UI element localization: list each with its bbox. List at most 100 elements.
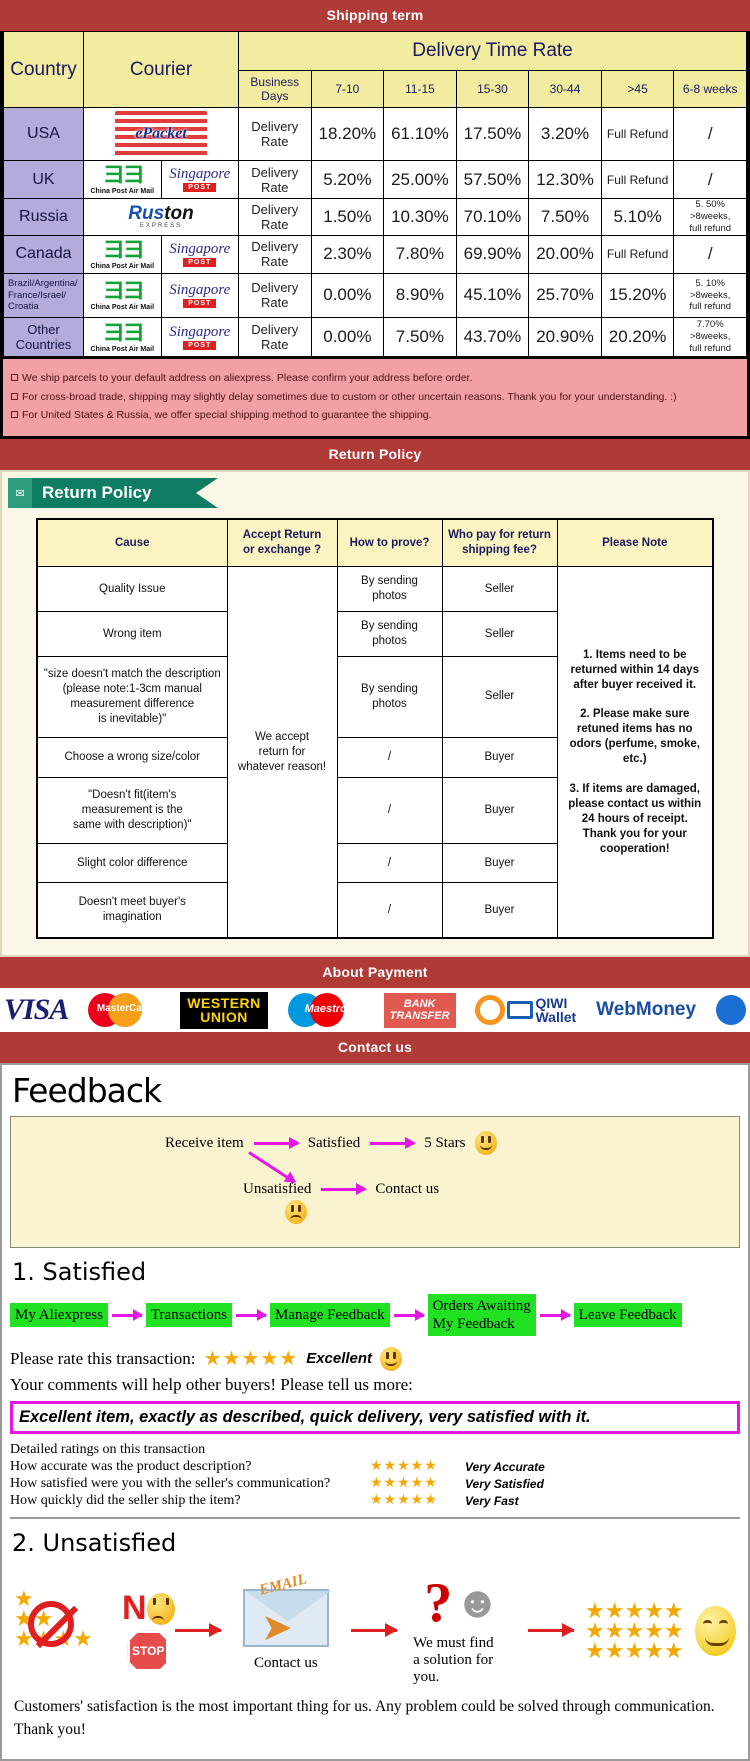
- prohibition-icon: [28, 1601, 74, 1648]
- row-country: UK: [3, 160, 84, 199]
- about-payment-banner: About Payment: [0, 957, 750, 989]
- list-item: For United States & Russia, we offer spe…: [11, 406, 739, 424]
- china-post-air-mail-icon: ヨヨ China Post Air Mail: [90, 162, 155, 196]
- rate-6-8-weeks: 7.70% >8weeks, full refund: [673, 317, 747, 358]
- divider: [10, 1517, 740, 1520]
- courier-logo-cell: Singapore POST: [160, 160, 239, 199]
- singapore-post-icon: Singapore POST: [169, 166, 231, 192]
- flow-receive-item: Receive item: [165, 1134, 244, 1151]
- star-rating-icon[interactable]: ★★★★★: [370, 1458, 465, 1475]
- china-post-air-mail-icon: ヨヨ China Post Air Mail: [90, 319, 155, 353]
- feedback-section: Feedback Receive item Satisfied 5 Stars …: [0, 1063, 750, 1761]
- arrow-right-icon: [321, 1183, 368, 1196]
- cell-accept-return: We accept return for whatever reason!: [226, 566, 338, 939]
- cell-how-to-prove: By sending photos: [336, 566, 443, 613]
- header-who-pays: Who pay for return shipping fee?: [441, 518, 558, 568]
- rate-30-44: 25.70%: [528, 272, 602, 319]
- rate-30-44: 12.30%: [528, 160, 602, 199]
- rating-word: Excellent: [306, 1350, 373, 1368]
- comments-prompt: Your comments will help other buyers! Pl…: [10, 1375, 413, 1395]
- courier-logo-cell: ヨヨ China Post Air Mail: [83, 160, 162, 199]
- return-policy-section: ✉ Return Policy Cause Accept Return or e…: [0, 470, 750, 958]
- courier-logo-cell: ヨヨ China Post Air Mail: [83, 272, 162, 319]
- happy-face-icon: [475, 1131, 498, 1156]
- flow-contact-us: Contact us: [375, 1181, 440, 1198]
- header-cause: Cause: [36, 518, 228, 568]
- step-my-aliexpress[interactable]: My Aliexpress: [10, 1303, 108, 1328]
- header-business-days: Business Days: [238, 70, 312, 108]
- header-days-15-30: 15-30: [455, 70, 530, 108]
- courier-logo-cell: Singapore POST: [160, 317, 239, 358]
- detail-value: Very Satisfied: [465, 1476, 544, 1491]
- step-leave-feedback[interactable]: Leave Feedback: [573, 1303, 682, 1328]
- row-country: Brazil/Argentina/ France/Israel/ Croatia: [3, 272, 84, 319]
- arrow-right-icon: [174, 1623, 222, 1638]
- table-row: Quality Issue We accept return for whate…: [36, 566, 714, 939]
- china-post-air-mail-icon: ヨヨ China Post Air Mail: [90, 277, 155, 311]
- no-stars-group: ★ ★★ ★★★★ N STOP: [14, 1588, 175, 1673]
- arrow-right-icon: [370, 1136, 417, 1149]
- rate-6-8-weeks: 5. 50% >8weeks, full refund: [673, 198, 747, 236]
- courier-logo-cell: ヨヨ China Post Air Mail: [83, 317, 162, 358]
- header-accept-return: Accept Return or exchange ?: [226, 518, 338, 568]
- checkbox-icon: [11, 411, 18, 418]
- rate-label: Delivery Rate: [238, 107, 312, 161]
- table-row: Brazil/Argentina/ France/Israel/ Croatia…: [3, 272, 747, 319]
- tab-point: [196, 478, 218, 509]
- detailed-ratings: Detailed ratings on this transaction How…: [10, 1442, 740, 1509]
- arrow-diagonal-icon: [248, 1151, 296, 1184]
- rate-label: Delivery Rate: [238, 160, 312, 199]
- rate-6-8-weeks: /: [673, 107, 747, 161]
- header-courier: Courier: [83, 31, 239, 108]
- singapore-post-icon: Singapore POST: [169, 281, 231, 308]
- rate-6-8-weeks: /: [673, 160, 747, 199]
- western-union-icon: WESTERN UNION: [180, 991, 268, 1029]
- epacket-icon: ePacket: [115, 111, 207, 157]
- step-transactions[interactable]: Transactions: [145, 1303, 233, 1328]
- rate-6-8-weeks: 5. 10% >8weeks, full refund: [673, 272, 747, 319]
- row-country: Other Countries: [3, 317, 84, 358]
- table-row: USA ePacket Delivery Rate 18.20% 61.10% …: [3, 107, 747, 161]
- courier-logo-cell: Ruston EXPRESS: [83, 198, 239, 236]
- sad-face-icon: [285, 1200, 307, 1225]
- satisfied-heading: 1. Satisfied: [12, 1258, 147, 1287]
- rate-over-45: 5.10%: [600, 198, 675, 236]
- header-days-30-44: 30-44: [528, 70, 602, 108]
- star-rating-icon[interactable]: ★★★★★: [370, 1492, 465, 1509]
- list-item: How satisfied were you with the seller's…: [10, 1475, 740, 1492]
- feedback-title: Feedback: [12, 1071, 162, 1111]
- webmoney-globe-icon: [716, 995, 746, 1026]
- step-manage-feedback[interactable]: Manage Feedback: [270, 1303, 390, 1328]
- rate-15-30: 17.50%: [455, 107, 530, 161]
- step-orders-awaiting[interactable]: Orders Awaiting My Feedback: [427, 1294, 536, 1337]
- question-mark-icon: ?: [424, 1572, 453, 1635]
- singapore-post-icon: Singapore POST: [169, 323, 231, 350]
- solution-caption: We must find a solution for you.: [413, 1635, 494, 1686]
- comment-text-box[interactable]: Excellent item, exactly as described, qu…: [10, 1401, 740, 1435]
- flow-satisfied: Satisfied: [307, 1134, 361, 1151]
- cell-who-pays: Buyer: [441, 842, 558, 884]
- cell-cause: "size doesn't match the description (ple…: [36, 656, 228, 738]
- checkbox-icon: [11, 392, 18, 400]
- cell-who-pays: Seller: [441, 566, 558, 613]
- cell-cause: Slight color difference: [36, 842, 228, 884]
- star-rating-icon[interactable]: ★★★★★: [370, 1475, 465, 1492]
- unsatisfied-flow: ★ ★★ ★★★★ N STOP EMAIL ➤ Contact us ? ☻ …: [10, 1565, 740, 1690]
- cell-who-pays: Buyer: [441, 882, 558, 939]
- five-star-grid-icon: ★★★★★ ★★★★★ ★★★★★: [585, 1597, 684, 1663]
- row-country: USA: [3, 107, 84, 161]
- cell-please-note: 1. Items need to be returned within 14 d…: [556, 566, 714, 939]
- arrow-right-icon: [351, 1623, 399, 1638]
- rate-over-45: Full Refund: [600, 160, 675, 199]
- cell-who-pays: Buyer: [441, 776, 558, 844]
- table-row: Russia Ruston EXPRESS Delivery Rate 1.50…: [3, 198, 747, 236]
- header-days-11-15: 11-15: [383, 70, 457, 108]
- ruston-express-icon: Ruston EXPRESS: [128, 203, 194, 230]
- cell-who-pays: Seller: [441, 611, 558, 657]
- flow-unsatisfied: Unsatisfied: [243, 1181, 312, 1198]
- star-rating-icon[interactable]: ★★★★★: [204, 1346, 299, 1371]
- rate-15-30: 45.10%: [455, 272, 530, 319]
- rate-11-15: 7.50%: [383, 317, 457, 358]
- header-days-7-10: 7-10: [310, 70, 385, 108]
- closing-message: Customers' satisfaction is the most impo…: [14, 1698, 715, 1738]
